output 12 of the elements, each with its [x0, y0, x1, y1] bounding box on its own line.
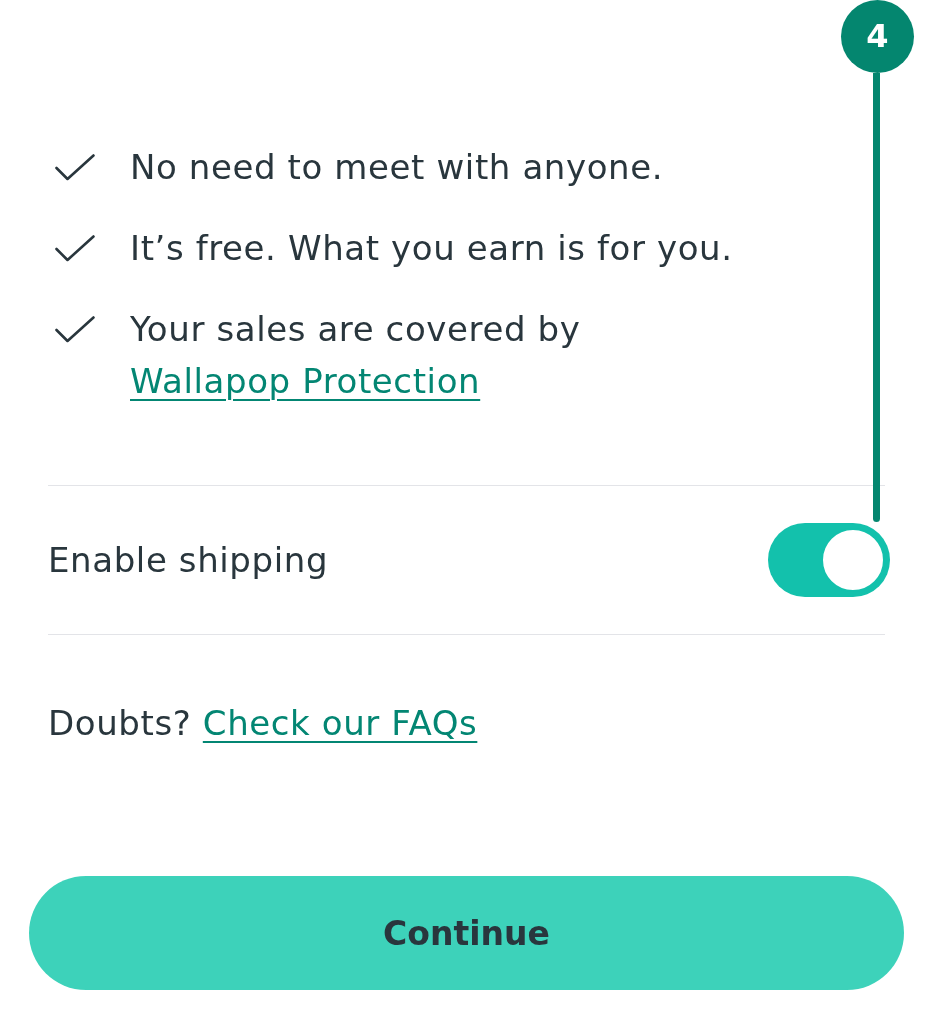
benefit-text: No need to meet with anyone. — [130, 146, 664, 189]
faq-link[interactable]: Check our FAQs — [202, 703, 478, 743]
benefit-text: It’s free. What you earn is for you. — [130, 227, 733, 270]
check-icon — [55, 316, 95, 343]
check-icon — [55, 235, 95, 262]
benefit-text: Your sales are covered by Wallapop Protection — [130, 308, 582, 403]
help-text: Doubts? Check our FAQs — [48, 702, 479, 745]
callout-badge: 4 — [841, 0, 914, 73]
protection-link[interactable]: Wallapop Protection — [130, 361, 481, 401]
continue-button[interactable]: Continue — [29, 876, 904, 990]
shipping-label: Enable shipping — [48, 539, 329, 582]
check-icon — [55, 154, 95, 181]
